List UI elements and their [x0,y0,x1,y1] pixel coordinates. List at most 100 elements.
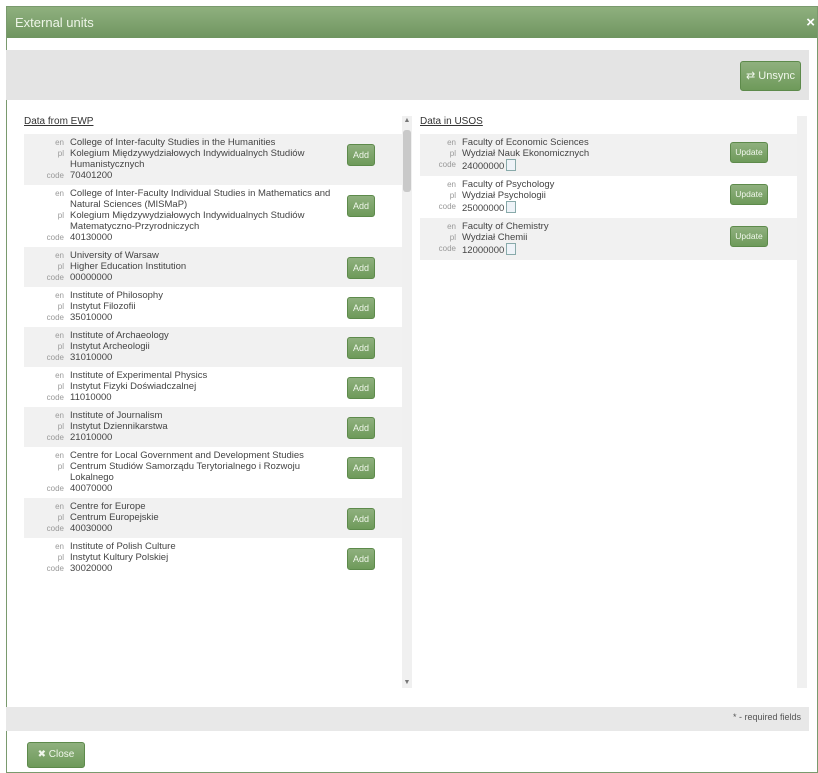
list-item: en Institute of Philosophy pl Instytut Filo… [24,287,411,327]
ewp-panel: Data from EWP en College of Inter-faculty… [24,113,411,703]
required-fields-note: * - required fields [732,712,801,722]
value-text: Centrum Studiów Samorządu Terytorialnego… [70,461,301,483]
dialog-titlebar: External units × [7,7,817,38]
value-text: 21010000 [70,432,113,443]
value-text: Institute of Experimental Physics [70,370,208,381]
value-text: Institute of Polish Culture [70,541,176,552]
value-text: University of Warsaw [70,250,159,261]
toolbar: ⇄ Unsync [6,50,809,100]
field-label-en: en [447,180,456,189]
field-label-en: en [55,371,64,380]
list-item: en Institute of Journalism pl Instytut Dzie… [24,407,411,447]
field-row-code: code 40130000 [24,232,411,243]
unsync-button[interactable]: ⇄ Unsync [740,61,801,91]
update-button[interactable]: Update [730,226,768,247]
add-button[interactable]: Add [347,257,375,279]
scroll-up-icon[interactable]: ▲ [402,116,412,126]
list-item: en Faculty of Chemistry pl Wydział Chemii co… [420,218,798,260]
add-button[interactable]: Add [347,417,375,439]
value-text: Instytut Kultury Polskiej [70,552,169,563]
add-button[interactable]: Add [347,377,375,399]
value-text: 40130000 [70,232,113,243]
add-button[interactable]: Add [347,297,375,319]
update-button[interactable]: Update [730,184,768,205]
field-label-en: en [55,411,64,420]
field-row-code: code 40070000 [24,483,411,494]
value-text: Kolegium Międzywydziałowych Indywidualny… [70,148,305,170]
value-text: Institute of Archaeology [70,330,169,341]
field-label-en: en [447,138,456,147]
field-label-pl: pl [449,233,456,242]
value-text: Institute of Journalism [70,410,163,421]
add-button[interactable]: Add [347,457,375,479]
scroll-thumb[interactable] [403,130,411,192]
add-button[interactable]: Add [347,144,375,166]
list-item: en Institute of Polish Culture pl Instytut … [24,538,411,578]
value-text: Wydział Nauk Ekonomicznych [462,148,590,159]
field-label-pl: pl [449,191,456,200]
document-icon[interactable] [506,243,517,255]
field-label-en: en [55,451,64,460]
update-button[interactable]: Update [730,142,768,163]
field-label-code: code [46,524,64,533]
scroll-down-icon[interactable]: ▼ [402,678,412,688]
field-label-code: code [438,160,456,169]
field-label-pl: pl [57,302,64,311]
close-button[interactable]: ✖ Close [27,742,85,768]
field-label-code: code [46,233,64,242]
field-label-code: code [46,564,64,573]
field-label-en: en [55,138,64,147]
value-text: Instytut Filozofii [70,301,136,312]
ewp-list: en College of Inter-faculty Studies in th… [24,134,411,578]
list-item: en College of Inter-Faculty Individual St… [24,185,411,247]
value-text: Faculty of Economic Sciences [462,137,589,148]
close-icon[interactable]: × [806,7,815,38]
field-label-pl: pl [57,553,64,562]
list-item: en University of Warsaw pl Higher Education… [24,247,411,287]
field-label-pl: pl [57,462,64,471]
field-value-code: 70401200 [70,170,411,181]
usos-list: en Faculty of Economic Sciences pl Wydział … [420,134,798,260]
value-text: Instytut Dziennikarstwa [70,421,168,432]
field-label-code: code [46,171,64,180]
field-label-pl: pl [57,149,64,158]
value-text: 25000000 [462,203,505,214]
value-text: 31010000 [70,352,113,363]
field-label-code: code [46,353,64,362]
list-item: en Faculty of Psychology pl Wydział Psychol… [420,176,798,218]
value-text: Faculty of Psychology [462,179,555,190]
field-label-code: code [438,202,456,211]
usos-panel-title: Data in USOS [420,116,483,127]
field-label-pl: pl [57,262,64,271]
value-text: 30020000 [70,563,113,574]
document-icon[interactable] [506,159,517,171]
field-label-pl: pl [449,149,456,158]
value-text: 35010000 [70,312,113,323]
list-item: en Faculty of Economic Sciences pl Wydział … [420,134,798,176]
document-icon[interactable] [506,201,517,213]
value-text: Kolegium Międzywydziałowych Indywidualny… [70,210,305,232]
field-label-en: en [55,502,64,511]
ewp-panel-title: Data from EWP [24,116,94,127]
field-label-code: code [46,393,64,402]
add-button[interactable]: Add [347,195,375,217]
add-button[interactable]: Add [347,548,375,570]
field-label-code: code [46,313,64,322]
value-text: Instytut Archeologii [70,341,150,352]
field-label-pl: pl [57,382,64,391]
field-value-code: 40130000 [70,232,411,243]
footer-bar: * - required fields [6,707,809,731]
value-text: 70401200 [70,170,113,181]
field-label-en: en [447,222,456,231]
field-label-en: en [55,542,64,551]
usos-scrollbar[interactable] [797,116,807,688]
ewp-scrollbar[interactable]: ▲ ▼ [402,116,412,688]
value-text: Centrum Europejskie [70,512,159,523]
usos-panel: Data in USOS en Faculty of Economic Scien… [420,113,798,703]
value-text: Wydział Chemii [462,232,528,243]
add-button[interactable]: Add [347,508,375,530]
value-text: Wydział Psychologii [462,190,546,201]
add-button[interactable]: Add [347,337,375,359]
list-item: en Institute of Archaeology pl Instytut Arc… [24,327,411,367]
value-text: College of Inter-Faculty Individual Stud… [70,188,331,210]
